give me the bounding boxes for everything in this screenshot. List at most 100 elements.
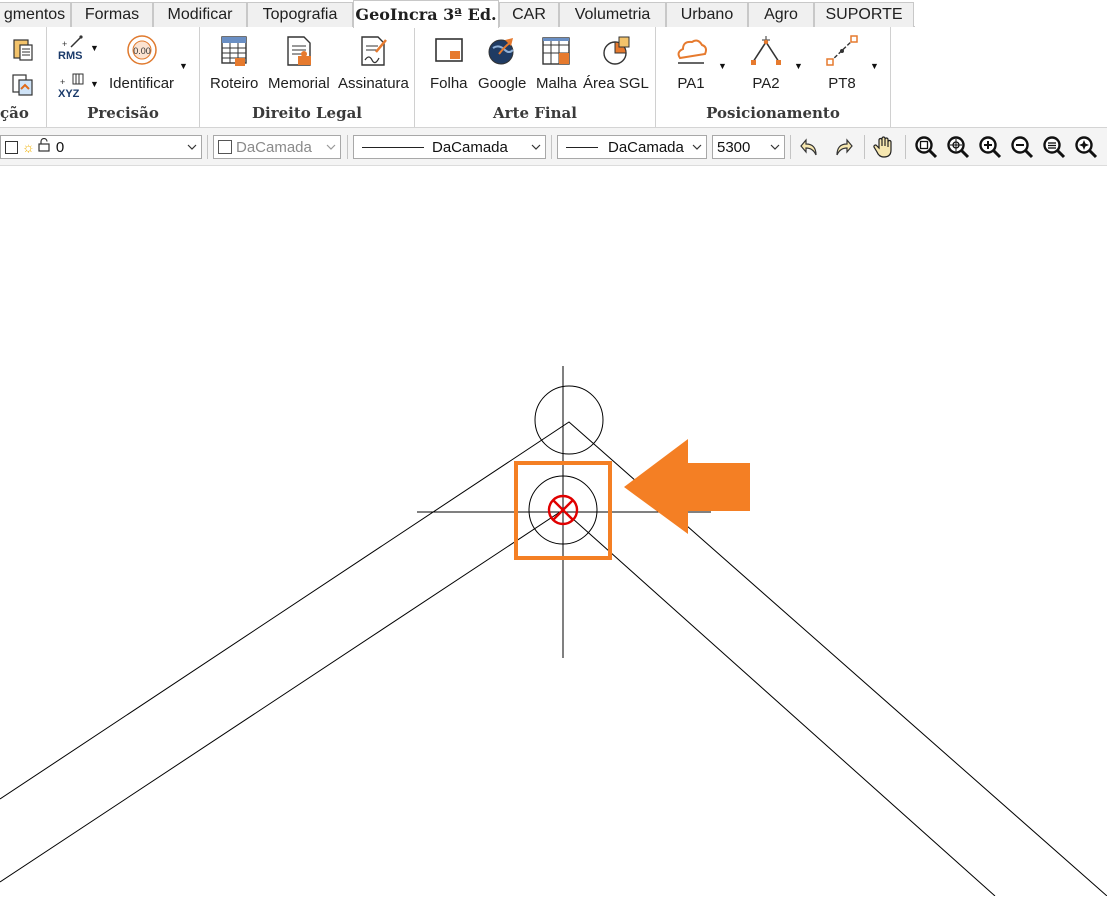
- identificar-label: Identificar: [109, 75, 175, 92]
- folha-label: Folha: [430, 75, 468, 92]
- identificar-dropdown-arrow[interactable]: ▼: [179, 61, 188, 71]
- scale-select-value: 5300: [717, 138, 751, 156]
- folha-icon: [431, 33, 467, 69]
- zoom-extents-button[interactable]: [1040, 133, 1068, 161]
- pa1-dropdown-arrow[interactable]: ▼: [718, 61, 727, 71]
- undo-icon: [800, 138, 817, 156]
- toolbar-separator: [207, 135, 208, 159]
- folha-button[interactable]: Folha: [430, 33, 468, 92]
- area-sgl-icon: [598, 33, 634, 69]
- undo-button[interactable]: [796, 133, 824, 161]
- linetype-select[interactable]: DaCamada: [353, 135, 546, 159]
- triangle-points-icon: [748, 33, 784, 69]
- ribbon-group-arte-final: Folha Google Malha Área SGL Arte Final: [415, 27, 656, 127]
- pa2-dropdown-arrow[interactable]: ▼: [794, 61, 803, 71]
- direito-legal-group-label: Direito Legal: [251, 104, 362, 122]
- zoom-center-icon: [947, 136, 970, 159]
- rms-label: RMS: [58, 50, 82, 62]
- chevron-down-icon: [692, 144, 702, 150]
- tab-volumetria[interactable]: Volumetria: [559, 2, 666, 27]
- identificar-value: 0.00: [133, 46, 151, 56]
- toolbar-separator: [551, 135, 552, 159]
- ribbon-group-label: ção: [0, 104, 29, 122]
- chevron-down-icon: [770, 144, 780, 150]
- pa1-button[interactable]: PA1: [673, 33, 709, 92]
- roteiro-button[interactable]: Roteiro: [210, 33, 258, 92]
- xyz-button[interactable]: XYZ +: [57, 71, 89, 104]
- google-label: Google: [478, 75, 527, 92]
- zoom-window-icon: [915, 136, 938, 159]
- zoom-realtime-button[interactable]: [1072, 133, 1100, 161]
- tab-car[interactable]: CAR: [499, 2, 559, 27]
- posicionamento-group-label: Posicionamento: [706, 104, 840, 122]
- toolbar-separator: [347, 135, 348, 159]
- scale-select[interactable]: 5300: [712, 135, 785, 159]
- zoom-window-button[interactable]: [912, 133, 940, 161]
- line-points-icon: [824, 33, 860, 69]
- toolbar-separator: [790, 135, 791, 159]
- properties-toolbar: ☼ 0 DaCamada DaCamada DaCamada 5300: [0, 128, 1107, 166]
- tab-topografia[interactable]: Topografia: [247, 2, 353, 27]
- chevron-down-icon: [531, 144, 541, 150]
- pt8-button[interactable]: PT8: [824, 33, 860, 92]
- linetype-preview: [362, 146, 424, 148]
- layer-color-swatch: [5, 140, 18, 154]
- copy-properties-icon[interactable]: [10, 72, 36, 103]
- tab-segmentos[interactable]: gmentos: [0, 2, 71, 27]
- ribbon-group-precisao: RMS + ▼ XYZ + ▼ 0.00 Identificar ▼ Precisã…: [47, 27, 200, 127]
- drawing-svg[interactable]: [0, 167, 1107, 897]
- zoom-realtime-icon: [1075, 136, 1098, 159]
- tab-agro[interactable]: Agro: [748, 2, 814, 27]
- tab-formas[interactable]: Formas: [71, 2, 153, 27]
- sun-icon: ☼: [22, 139, 35, 155]
- zoom-in-button[interactable]: [976, 133, 1004, 161]
- apex-circle[interactable]: [534, 385, 604, 455]
- precisao-group-label: Precisão: [87, 104, 159, 122]
- memorial-label: Memorial: [268, 75, 330, 92]
- area-sgl-button[interactable]: Área SGL: [583, 33, 649, 92]
- layer-select[interactable]: ☼ 0: [0, 135, 202, 159]
- paste-icon[interactable]: [10, 37, 36, 68]
- pa2-label: PA2: [752, 75, 780, 92]
- malha-button[interactable]: Malha: [536, 33, 577, 92]
- rms-button[interactable]: RMS +: [57, 35, 89, 68]
- drawing-canvas[interactable]: [0, 167, 1107, 897]
- redo-icon: [836, 138, 853, 156]
- assinatura-label: Assinatura: [338, 75, 409, 92]
- ribbon-group-direito-legal: Roteiro Memorial Assinatura Direito Lega…: [200, 27, 415, 127]
- color-select-value: DaCamada: [236, 138, 312, 156]
- outer-polyline[interactable]: [0, 421, 1107, 897]
- malha-grid-icon: [538, 33, 574, 69]
- xyz-label: XYZ: [58, 88, 80, 99]
- ribbon-group-partial: ção: [0, 27, 47, 127]
- assinatura-icon: [355, 33, 391, 69]
- pa2-button[interactable]: PA2: [748, 33, 784, 92]
- tab-urbano[interactable]: Urbano: [666, 2, 748, 27]
- inner-polyline[interactable]: [0, 509, 996, 897]
- tab-geoincra[interactable]: GeoIncra 3ª Ed.: [353, 0, 499, 28]
- tab-modificar[interactable]: Modificar: [153, 2, 247, 27]
- redo-button[interactable]: [829, 133, 857, 161]
- xyz-dropdown-arrow[interactable]: ▼: [90, 79, 99, 89]
- color-select[interactable]: DaCamada: [213, 135, 341, 159]
- lineweight-select[interactable]: DaCamada: [557, 135, 707, 159]
- zoom-in-icon: [979, 136, 1002, 159]
- pt8-dropdown-arrow[interactable]: ▼: [870, 61, 879, 71]
- zoom-out-button[interactable]: [1008, 133, 1036, 161]
- pa1-label: PA1: [677, 75, 705, 92]
- assinatura-button[interactable]: Assinatura: [338, 33, 409, 92]
- cloud-point-icon: [673, 33, 709, 69]
- zoom-center-button[interactable]: [944, 133, 972, 161]
- identificar-button[interactable]: 0.00 Identificar: [109, 33, 174, 92]
- google-earth-icon: [484, 33, 520, 69]
- memorial-button[interactable]: Memorial: [268, 33, 330, 92]
- zoom-extents-icon: [1043, 136, 1066, 159]
- chevron-down-icon: [326, 144, 336, 150]
- lineweight-preview: [566, 146, 598, 148]
- tab-suporte[interactable]: SUPORTE: [814, 2, 914, 27]
- toolbar-separator: [905, 135, 906, 159]
- pan-button[interactable]: [870, 133, 898, 161]
- rms-dropdown-arrow[interactable]: ▼: [90, 43, 99, 53]
- svg-text:+: +: [62, 39, 67, 49]
- google-button[interactable]: Google: [478, 33, 526, 92]
